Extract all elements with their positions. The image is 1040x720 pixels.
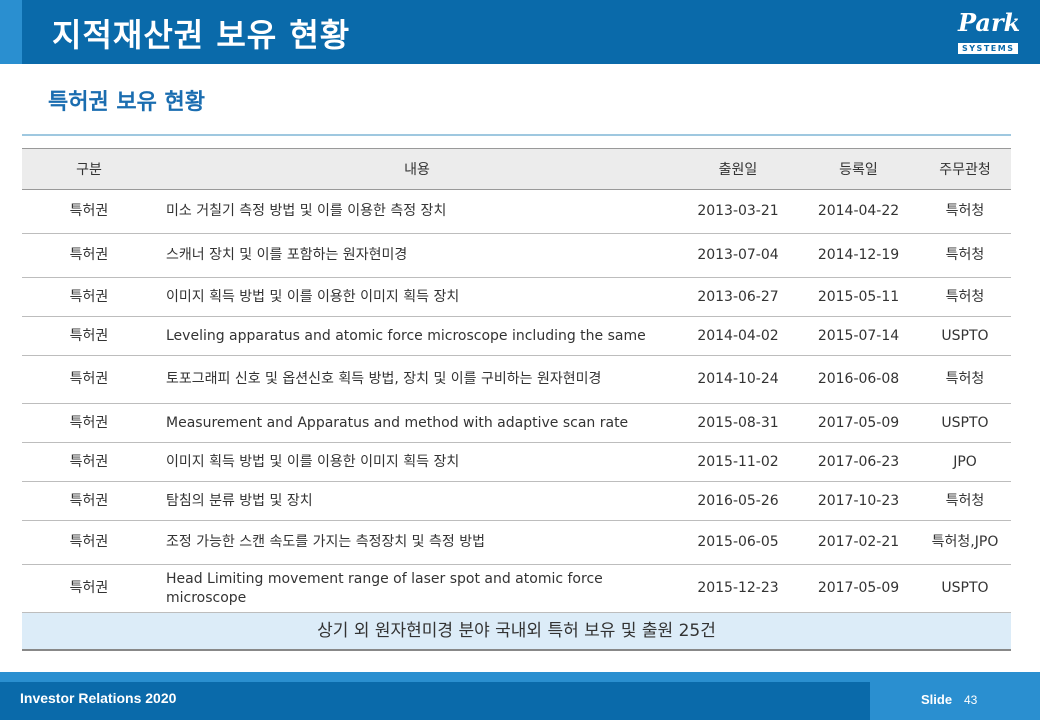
cell-registered: 2015-05-11	[798, 277, 919, 317]
cell-authority: JPO	[919, 442, 1011, 482]
cell-filed: 2015-06-05	[678, 520, 798, 565]
cell-type: 특허권	[22, 316, 156, 356]
cell-registered: 2016-06-08	[798, 355, 919, 404]
cell-filed: 2015-11-02	[678, 442, 798, 482]
table-header-row: 구분 내용 출원일 등록일 주무관청	[22, 148, 1011, 190]
cell-filed: 2013-03-21	[678, 189, 798, 234]
cell-filed: 2013-07-04	[678, 233, 798, 278]
cell-authority: 특허청	[919, 277, 1011, 317]
park-systems-logo: Park SYSTEMS	[958, 8, 1021, 54]
summary-row: 상기 외 원자현미경 분야 국내외 특허 보유 및 출원 25건	[22, 612, 1011, 651]
header-accent	[0, 0, 22, 64]
cell-filed: 2016-05-26	[678, 481, 798, 521]
cell-registered: 2017-05-09	[798, 403, 919, 443]
section-title: 특허권 보유 현황	[48, 90, 205, 115]
footer-slide-box	[870, 682, 1040, 720]
column-header-registered: 등록일	[798, 148, 919, 190]
table-row: 특허권 미소 거칠기 측정 방법 및 이를 이용한 측정 장치 2013-03-…	[22, 189, 1011, 234]
cell-registered: 2014-04-22	[798, 189, 919, 234]
table-row: 특허권 이미지 획득 방법 및 이를 이용한 이미지 획득 장치 2013-06…	[22, 277, 1011, 317]
cell-type: 특허권	[22, 403, 156, 443]
patent-table: 구분 내용 출원일 등록일 주무관청 특허권 미소 거칠기 측정 방법 및 이를…	[22, 148, 1011, 651]
cell-type: 특허권	[22, 355, 156, 404]
table-row: 특허권 Measurement and Apparatus and method…	[22, 403, 1011, 443]
table-row: 특허권 Leveling apparatus and atomic force …	[22, 316, 1011, 356]
cell-filed: 2013-06-27	[678, 277, 798, 317]
cell-content: 토포그래피 신호 및 옵션신호 획득 방법, 장치 및 이를 구비하는 원자현미…	[156, 355, 678, 404]
slide-label: Slide	[921, 692, 953, 707]
slide-number: 43	[964, 693, 978, 707]
cell-type: 특허권	[22, 277, 156, 317]
table-row: 특허권 Head Limiting movement range of lase…	[22, 564, 1011, 613]
cell-type: 특허권	[22, 233, 156, 278]
cell-registered: 2015-07-14	[798, 316, 919, 356]
cell-content: 조정 가능한 스캔 속도를 가지는 측정장치 및 측정 방법	[156, 520, 678, 565]
cell-filed: 2015-12-23	[678, 564, 798, 613]
logo-sub: SYSTEMS	[958, 43, 1019, 54]
cell-filed: 2014-10-24	[678, 355, 798, 404]
cell-type: 특허권	[22, 564, 156, 613]
cell-type: 특허권	[22, 189, 156, 234]
cell-filed: 2014-04-02	[678, 316, 798, 356]
column-header-authority: 주무관청	[919, 148, 1011, 190]
cell-filed: 2015-08-31	[678, 403, 798, 443]
cell-registered: 2017-06-23	[798, 442, 919, 482]
cell-content: 스캐너 장치 및 이를 포함하는 원자현미경	[156, 233, 678, 278]
section-divider	[22, 134, 1011, 136]
cell-authority: USPTO	[919, 316, 1011, 356]
table-row: 특허권 토포그래피 신호 및 옵션신호 획득 방법, 장치 및 이를 구비하는 …	[22, 355, 1011, 404]
table-row: 특허권 탐침의 분류 방법 및 장치 2016-05-26 2017-10-23…	[22, 481, 1011, 521]
table-row: 특허권 이미지 획득 방법 및 이를 이용한 이미지 획득 장치 2015-11…	[22, 442, 1011, 482]
cell-registered: 2014-12-19	[798, 233, 919, 278]
cell-authority: 특허청	[919, 355, 1011, 404]
cell-type: 특허권	[22, 520, 156, 565]
cell-authority: 특허청,JPO	[919, 520, 1011, 565]
cell-authority: 특허청	[919, 233, 1011, 278]
cell-authority: USPTO	[919, 403, 1011, 443]
cell-type: 특허권	[22, 481, 156, 521]
cell-content: Leveling apparatus and atomic force micr…	[156, 316, 678, 356]
table-row: 특허권 조정 가능한 스캔 속도를 가지는 측정장치 및 측정 방법 2015-…	[22, 520, 1011, 565]
summary-text: 상기 외 원자현미경 분야 국내외 특허 보유 및 출원 25건	[22, 612, 1011, 651]
column-header-type: 구분	[22, 148, 156, 190]
cell-content: 이미지 획득 방법 및 이를 이용한 이미지 획득 장치	[156, 442, 678, 482]
logo-word: Park	[958, 8, 1021, 37]
cell-registered: 2017-05-09	[798, 564, 919, 613]
cell-type: 특허권	[22, 442, 156, 482]
cell-content: 탐침의 분류 방법 및 장치	[156, 481, 678, 521]
page-title: 지적재산권 보유 현황	[52, 16, 351, 54]
footer-company-label: Investor Relations 2020	[20, 690, 177, 706]
cell-authority: USPTO	[919, 564, 1011, 613]
cell-content: 미소 거칠기 측정 방법 및 이를 이용한 측정 장치	[156, 189, 678, 234]
column-header-content: 내용	[156, 148, 678, 190]
cell-registered: 2017-02-21	[798, 520, 919, 565]
column-header-filed: 출원일	[678, 148, 798, 190]
footer-stripe	[0, 672, 1040, 682]
cell-authority: 특허청	[919, 189, 1011, 234]
cell-authority: 특허청	[919, 481, 1011, 521]
cell-registered: 2017-10-23	[798, 481, 919, 521]
cell-content: Head Limiting movement range of laser sp…	[156, 564, 678, 613]
cell-content: 이미지 획득 방법 및 이를 이용한 이미지 획득 장치	[156, 277, 678, 317]
cell-content: Measurement and Apparatus and method wit…	[156, 403, 678, 443]
table-row: 특허권 스캐너 장치 및 이를 포함하는 원자현미경 2013-07-04 20…	[22, 233, 1011, 278]
